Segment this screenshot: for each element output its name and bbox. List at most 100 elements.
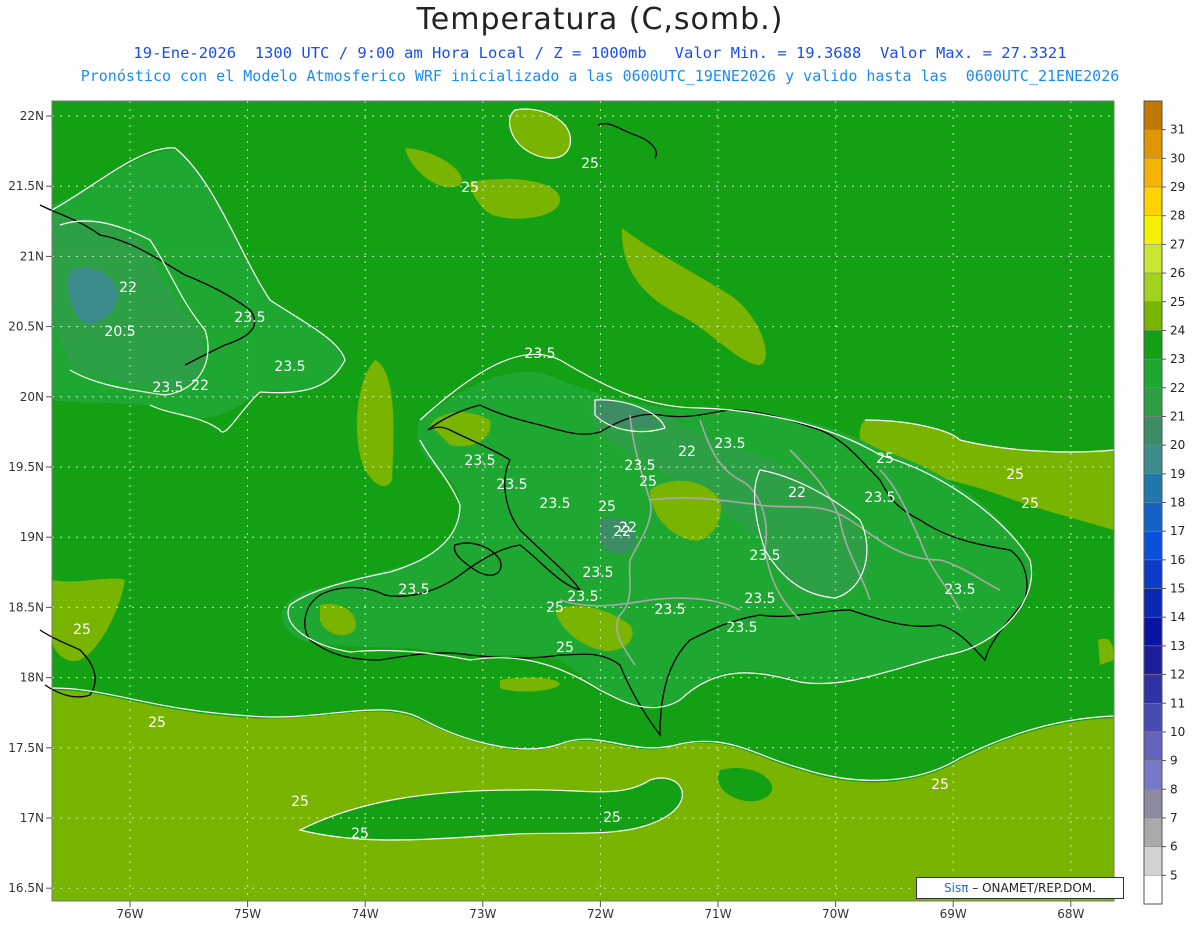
isotherm-label: 22 — [619, 520, 637, 536]
lon-label: 71W — [704, 907, 731, 921]
isotherm-label: 25 — [1006, 467, 1024, 483]
colorbar-swatch — [1143, 330, 1163, 360]
lon-label: 70W — [822, 907, 849, 921]
colorbar-label: 11 — [1170, 696, 1185, 710]
colorbar-label: 5 — [1170, 868, 1178, 882]
colorbar-swatch — [1143, 215, 1163, 245]
lon-label: 75W — [234, 907, 261, 921]
isotherm-label: 25 — [639, 474, 657, 490]
isotherm-label: 23.5 — [152, 380, 183, 396]
isotherm-label: 22 — [191, 378, 209, 394]
lat-label: 20.5N — [8, 320, 44, 334]
colorbar-swatch — [1143, 875, 1163, 905]
isotherm-label: 25 — [461, 180, 479, 196]
isotherm-label: 23.5 — [744, 591, 775, 607]
isotherm-label: 25 — [73, 622, 91, 638]
isotherm-label: 25 — [546, 600, 564, 616]
colorbar-swatch — [1143, 473, 1163, 503]
lon-label: 76W — [116, 907, 143, 921]
lon-label: 72W — [587, 907, 614, 921]
colorbar-swatch — [1143, 616, 1163, 647]
isotherm-label: 23.5 — [234, 310, 265, 326]
isotherm-label: 25 — [581, 156, 599, 172]
colorbar-swatch — [1143, 129, 1163, 159]
isotherm-label: 22 — [119, 280, 137, 296]
lat-label: 21.5N — [8, 179, 44, 193]
colorbar-label: 9 — [1170, 754, 1178, 768]
isotherm-label: 25 — [598, 499, 616, 515]
colorbar-swatch — [1143, 846, 1163, 876]
isotherm-label: 25 — [291, 794, 309, 810]
lat-label: 18.5N — [8, 600, 44, 614]
colorbar-swatch — [1143, 789, 1163, 819]
isotherm-label: 23.5 — [624, 458, 655, 474]
isotherm-label: 25 — [876, 451, 894, 467]
colorbar-swatch — [1143, 358, 1163, 389]
colorbar-swatch — [1143, 416, 1163, 446]
lon-label: 69W — [940, 907, 967, 921]
lat-label: 17N — [20, 811, 44, 825]
colorbar-label: 24 — [1170, 323, 1185, 337]
colorbar-swatch — [1143, 703, 1163, 733]
colorbar-label: 13 — [1170, 639, 1185, 653]
colorbar-label: 29 — [1170, 180, 1185, 194]
colorbar-label: 19 — [1170, 467, 1185, 481]
colorbar-swatch — [1143, 186, 1163, 216]
colorbar-label: 17 — [1170, 524, 1185, 538]
credit-box: Sisπ – ONAMET/REP.DOM. — [916, 877, 1124, 899]
colorbar-label: 23 — [1170, 352, 1185, 366]
colorbar-swatch — [1143, 817, 1163, 847]
isotherm-label: 23.5 — [944, 582, 975, 598]
temperature-map: 2525252525252525252525252525252222222222… — [8, 100, 1185, 921]
colorbar-label: 10 — [1170, 725, 1185, 739]
colorbar-label: 6 — [1170, 840, 1178, 854]
colorbar-swatch — [1143, 645, 1163, 675]
isotherm-label: 23.5 — [654, 602, 685, 618]
colorbar-swatch — [1143, 158, 1163, 188]
colorbar-swatch — [1143, 100, 1163, 130]
lat-label: 21N — [20, 249, 44, 263]
colorbar-label: 7 — [1170, 811, 1178, 825]
isotherm-label: 23.5 — [567, 589, 598, 605]
isotherm-label: 22 — [678, 444, 696, 460]
isotherm-label: 25 — [351, 826, 369, 842]
colorbar-label: 15 — [1170, 582, 1185, 596]
colorbar-swatch — [1143, 272, 1163, 303]
isotherm-label: 23.5 — [464, 453, 495, 469]
lat-label: 22N — [20, 109, 44, 123]
lon-label: 68W — [1057, 907, 1084, 921]
credit-sis: Sisπ — [944, 881, 969, 895]
lat-label: 17.5N — [8, 741, 44, 755]
colorbar-label: 30 — [1170, 151, 1185, 165]
colorbar-label: 31 — [1170, 123, 1185, 137]
lat-label: 18N — [20, 671, 44, 685]
colorbar-swatch — [1143, 674, 1163, 704]
isotherm-label: 25 — [556, 640, 574, 656]
colorbar-label: 12 — [1170, 668, 1185, 682]
isotherm-label: 23.5 — [749, 548, 780, 564]
colorbar-label: 28 — [1170, 209, 1185, 223]
colorbar: 31 30 29 28 27 26 25 24 23 22 21 20 19 18 17 16 15 14 13 12… — [1143, 100, 1185, 905]
lon-label: 73W — [469, 907, 496, 921]
colorbar-label: 8 — [1170, 782, 1178, 796]
colorbar-label: 25 — [1170, 295, 1185, 309]
isotherm-label: 23.5 — [274, 359, 305, 375]
colorbar-swatch — [1143, 588, 1163, 618]
colorbar-label: 18 — [1170, 496, 1185, 510]
isotherm-label: 23.5 — [496, 477, 527, 493]
colorbar-label: 27 — [1170, 237, 1185, 251]
colorbar-swatch — [1143, 760, 1163, 790]
isotherm-label: 23.5 — [864, 490, 895, 506]
colorbar-label: 22 — [1170, 381, 1185, 395]
isotherm-label: 23.5 — [714, 436, 745, 452]
colorbar-swatch — [1143, 387, 1163, 417]
colorbar-swatch — [1143, 244, 1163, 274]
isotherm-label: 25 — [931, 777, 949, 793]
isotherm-label: 25 — [1021, 496, 1039, 512]
colorbar-label: 21 — [1170, 409, 1185, 423]
isotherm-label: 25 — [148, 715, 166, 731]
longitude-labels: 76W 75W 74W 73W 72W 71W 70W 69W 68W — [116, 901, 1084, 921]
isotherm-label: 22 — [788, 485, 806, 501]
lat-label: 20N — [20, 390, 44, 404]
colorbar-label: 26 — [1170, 266, 1185, 280]
